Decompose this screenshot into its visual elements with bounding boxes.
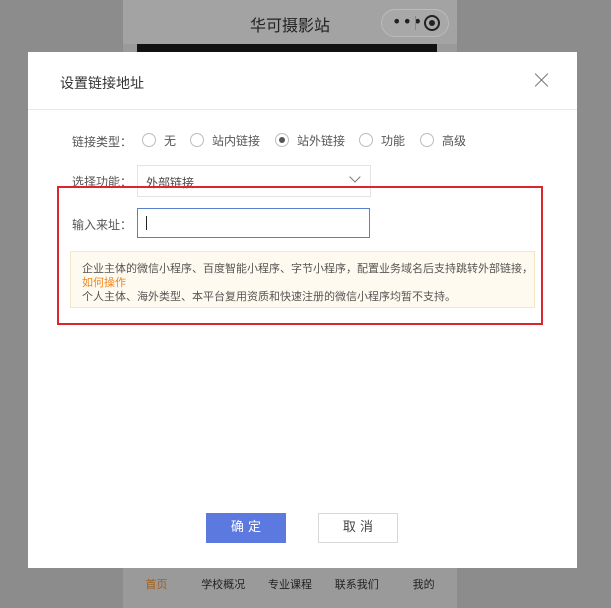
radio-advanced[interactable] <box>420 133 434 147</box>
capsule-menu[interactable]: ••• <box>381 9 449 37</box>
chevron-down-icon <box>349 171 361 183</box>
link-type-label: 链接类型： <box>72 135 133 149</box>
notice-box: 企业主体的微信小程序、百度智能小程序、字节小程序，配置业务域名后支持跳转外部链接… <box>70 251 535 308</box>
phone-header: 华可摄影站 ••• <box>123 0 457 44</box>
radio-function[interactable] <box>359 133 373 147</box>
capsule-divider <box>415 16 416 30</box>
tab-bar: 首页 学校概况 专业课程 联系我们 我的 <box>123 568 457 608</box>
radio-label: 站内链接 <box>212 133 261 148</box>
dialog-header: 设置链接地址 <box>28 52 577 110</box>
tab-contact[interactable]: 联系我们 <box>323 568 390 608</box>
radio-none[interactable] <box>142 133 156 147</box>
radio-option-function[interactable]: 功能 <box>359 132 405 148</box>
radio-internal-link[interactable] <box>190 133 204 147</box>
notice-line-3: 个人主体、海外类型、本平台复用资质和快速注册的微信小程序均暂不支持。 <box>82 290 456 303</box>
close-icon[interactable] <box>533 71 551 89</box>
tab-home[interactable]: 首页 <box>123 568 190 608</box>
url-label: 输入来址： <box>72 218 133 232</box>
text-caret <box>146 216 147 230</box>
radio-external-link[interactable] <box>275 133 289 147</box>
radio-option-external-link[interactable]: 站外链接 <box>275 132 345 148</box>
function-label: 选择功能： <box>72 175 133 189</box>
tab-school-overview[interactable]: 学校概况 <box>190 568 257 608</box>
tab-mine[interactable]: 我的 <box>390 568 457 608</box>
radio-label: 站外链接 <box>297 133 346 148</box>
url-input[interactable] <box>137 208 370 238</box>
tab-courses[interactable]: 专业课程 <box>257 568 324 608</box>
notice-line-1: 企业主体的微信小程序、百度智能小程序、字节小程序，配置业务域名后支持跳转外部链接… <box>82 262 533 275</box>
radio-label: 功能 <box>381 133 406 148</box>
radio-option-none[interactable]: 无 <box>142 132 176 148</box>
more-icon[interactable]: ••• <box>392 12 423 31</box>
radio-label: 高级 <box>442 133 467 148</box>
dialog-title: 设置链接地址 <box>60 76 144 92</box>
cancel-button[interactable]: 取 消 <box>318 513 398 543</box>
function-select-value: 外部链接 <box>146 176 195 190</box>
radio-option-internal-link[interactable]: 站内链接 <box>190 132 260 148</box>
confirm-button[interactable]: 确 定 <box>206 513 286 543</box>
radio-label: 无 <box>164 133 177 148</box>
function-select[interactable]: 外部链接 <box>137 165 371 197</box>
radio-option-advanced[interactable]: 高级 <box>420 132 466 148</box>
link-settings-dialog: 设置链接地址 链接类型： 无 站内链接 站外链接 功能 高级 选择功能： 外部链… <box>28 52 577 568</box>
close-target-icon[interactable] <box>424 15 440 31</box>
